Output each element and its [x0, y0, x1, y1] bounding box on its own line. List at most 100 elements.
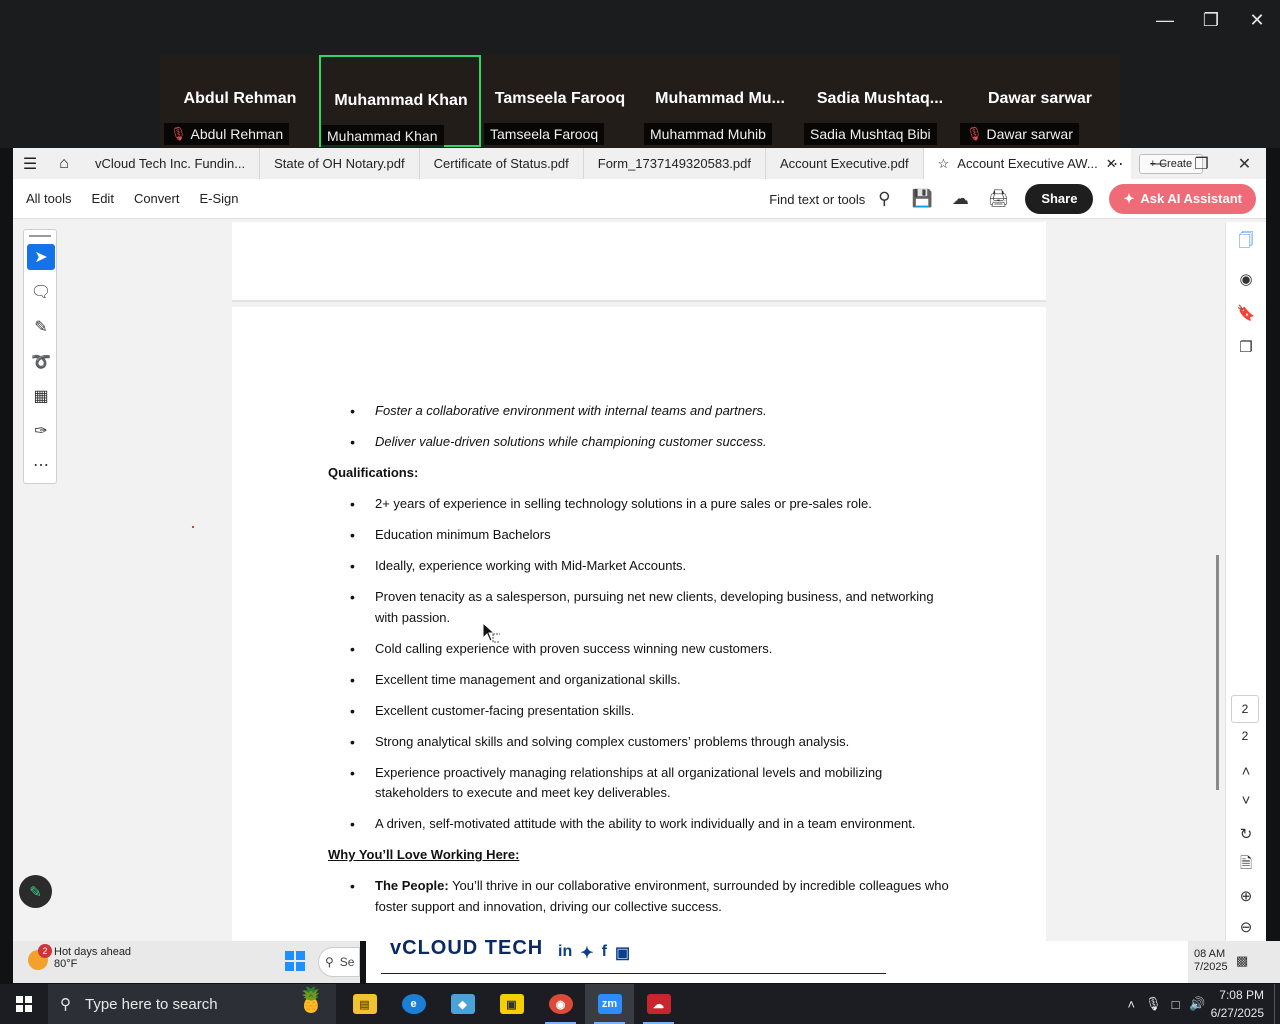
tab-document[interactable]: Form_1737149320583.pdf [584, 148, 766, 179]
list-item: Experience proactively managing relation… [328, 763, 958, 804]
zoom-in-icon[interactable]: ⊕ [1235, 885, 1257, 907]
participant-tile[interactable]: Tamseela Farooq Tamseela Farooq [480, 55, 640, 147]
close-icon[interactable]: ✕ [1234, 0, 1280, 40]
select-tool-icon[interactable]: ➤ [27, 244, 55, 270]
restore-icon[interactable]: ❐ [1180, 148, 1223, 179]
volume-icon[interactable]: 🔊 [1184, 996, 1210, 1012]
mouse-cursor [482, 622, 500, 643]
menu-all-tools[interactable]: All tools [26, 191, 72, 206]
ai-assistant-icon: ✦ [1123, 191, 1135, 206]
comments-panel-icon[interactable]: ◉ [1235, 268, 1257, 290]
previous-page-bottom [232, 222, 1046, 302]
mic-muted-icon: 🎙 [966, 126, 983, 141]
restore-icon[interactable]: ❐ [1188, 0, 1234, 40]
scrollbar-thumb[interactable] [1216, 555, 1219, 790]
pages-panel-icon[interactable]: ❐ [1235, 336, 1257, 358]
clock[interactable]: 7:08 PM 6/27/2025 [1211, 986, 1274, 1022]
participant-tile[interactable]: Muhammad Mu... Muhammad Muhib [640, 55, 800, 147]
search-icon: ⚲ [325, 955, 334, 969]
chevron-up-icon[interactable]: ˄ [1235, 760, 1257, 782]
print-icon[interactable]: 🖨 [987, 189, 1010, 209]
bookmarks-icon[interactable]: 🔖 [1235, 302, 1257, 324]
close-icon[interactable]: ✕ [1223, 148, 1266, 179]
network-icon[interactable]: □ [1167, 997, 1185, 1012]
participant-tile[interactable]: Abdul Rehman 🎙 Abdul Rehman [160, 55, 320, 147]
ai-assistant-button[interactable]: ✦ Ask AI Assistant [1109, 184, 1256, 214]
ai-assistant-label: Ask AI Assistant [1140, 191, 1242, 206]
document-body: Foster a collaborative environment with … [328, 401, 958, 928]
weather-temp: 80°F [54, 958, 78, 970]
why-heading: Why You’ll Love Working Here: [328, 847, 520, 862]
participant-tile[interactable]: Sadia Mushtaq... Sadia Mushtaq Bibi [800, 55, 960, 147]
tab-document[interactable]: Account Executive.pdf [766, 148, 924, 179]
background-clock-fragment: 08 AM 7/2025 ▩ [1188, 941, 1280, 983]
minimize-icon[interactable]: — [1142, 0, 1188, 40]
chevron-up-icon[interactable]: ˄ [1122, 997, 1140, 1012]
more-tools-icon[interactable]: ⋯ [27, 452, 55, 478]
refresh-icon[interactable]: ↻ [1235, 823, 1257, 845]
sticky-notes-icon[interactable]: ▣ [487, 984, 536, 1024]
save-icon[interactable]: 💾 [911, 189, 933, 209]
sign-tool-icon[interactable]: ✑ [27, 418, 55, 444]
tab-document[interactable]: State of OH Notary.pdf [260, 148, 420, 179]
draw-tool-icon[interactable]: ➰ [27, 349, 55, 375]
tab-document[interactable]: Certificate of Status.pdf [420, 148, 584, 179]
share-button[interactable]: Share [1025, 184, 1094, 214]
file-explorer-icon[interactable]: ▤ [340, 984, 389, 1024]
acrobat-icon[interactable]: ☁ [634, 984, 683, 1024]
rail-grip[interactable] [29, 235, 51, 237]
chrome-icon[interactable]: ◉ [536, 984, 585, 1024]
star-icon[interactable]: ☆ [938, 148, 950, 179]
tab-document[interactable]: vCloud Tech Inc. Fundin... [81, 148, 261, 179]
hamburger-menu-icon[interactable]: ☰ [13, 154, 47, 174]
minimize-icon[interactable]: — [1137, 148, 1180, 179]
menu-edit[interactable]: Edit [92, 191, 114, 206]
show-desktop-button[interactable] [1274, 984, 1280, 1024]
notification-icon[interactable]: ▩ [1236, 953, 1248, 969]
background-document: vCLOUD TECH in ✦ f ▣ [366, 937, 1188, 983]
divider [381, 973, 886, 974]
zoom-out-icon[interactable]: ⊖ [1235, 916, 1257, 938]
windows-logo-icon[interactable] [285, 951, 305, 971]
page-fit-icon[interactable]: 🗎 [1235, 854, 1257, 876]
menu-convert[interactable]: Convert [134, 191, 180, 206]
main-toolbar: All tools Edit Convert E-Sign Find text … [13, 179, 1266, 219]
page-number-input[interactable]: 2 [1231, 695, 1259, 723]
zoom-icon[interactable]: zm [585, 984, 634, 1024]
list-item: 2+ years of experience in selling techno… [328, 494, 958, 515]
chevron-down-icon[interactable]: ˅ [1235, 789, 1257, 811]
microphone-icon[interactable]: 🎙 [1140, 996, 1167, 1012]
people-text: You’ll thrive in our collaborative envir… [375, 878, 949, 914]
find-tools-button[interactable]: Find text or tools ⚲ [769, 189, 895, 209]
menu-esign[interactable]: E-Sign [199, 191, 238, 206]
edge-icon[interactable]: e [389, 984, 438, 1024]
ai-summary-icon[interactable]: 🗍 [1235, 231, 1257, 253]
background-search[interactable]: ⚲ Se [318, 947, 360, 977]
clock-time: 7:08 PM [1219, 988, 1264, 1002]
start-button[interactable] [0, 984, 48, 1024]
participant-tile-active[interactable]: Muhammad Khan Muhammad Khan [319, 55, 481, 147]
list-item: Proven tenacity as a salesperson, pursui… [328, 587, 958, 628]
highlight-tool-icon[interactable]: ✎ [27, 314, 55, 340]
comment-tool-icon[interactable]: 🗨 [27, 279, 55, 305]
home-icon[interactable]: ⌂ [47, 155, 81, 173]
app-icon[interactable]: ◆ [438, 984, 487, 1024]
system-tray: ˄ 🎙 □ 🔊 7:08 PM 6/27/2025 [1122, 984, 1280, 1024]
upload-cloud-icon[interactable]: ☁ [949, 189, 971, 209]
participant-label-text: Dawar sarwar [986, 126, 1073, 142]
edit-pencil-icon[interactable]: ✎ [19, 875, 52, 908]
participant-tile[interactable]: Dawar sarwar 🎙 Dawar sarwar [960, 55, 1120, 147]
text-box-tool-icon[interactable]: ▦ [27, 383, 55, 409]
more-options-icon[interactable]: ⋯ [1094, 148, 1137, 179]
award-icon: ▣ [614, 945, 631, 962]
participant-label: Tamseela Farooq [484, 123, 605, 145]
participant-label-text: Tamseela Farooq [490, 126, 599, 142]
weather-widget[interactable]: 2 Hot days ahead 80°F [28, 944, 132, 970]
list-item: Education minimum Bachelors [328, 525, 958, 546]
participant-label: 🎙 Dawar sarwar [960, 123, 1079, 145]
weather-title: Hot days ahead [54, 946, 132, 958]
right-rail: 🗍 ◉ 🔖 ❐ 2 2 ˄ ˅ ↻ 🗎 ⊕ ⊖ [1225, 222, 1266, 941]
taskbar-search[interactable]: ⚲ Type here to search 🍍 [48, 984, 336, 1024]
list-item: Cold calling experience with proven succ… [328, 639, 958, 660]
mic-muted-icon: 🎙 [170, 126, 187, 141]
